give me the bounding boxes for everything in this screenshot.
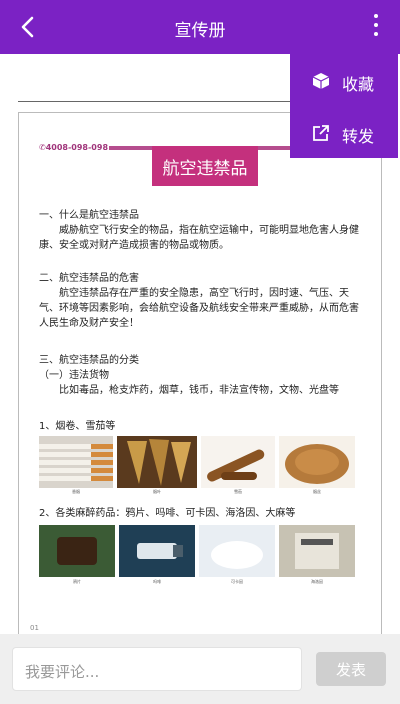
caption: 雪茄 bbox=[234, 489, 242, 494]
caption: 海洛因 bbox=[311, 579, 323, 584]
page-number: 01 bbox=[30, 624, 39, 632]
send-comment-button[interactable]: 发表 bbox=[316, 652, 386, 686]
tobacco-leaves-image bbox=[117, 436, 197, 488]
menu-item-favorite[interactable]: 收藏 bbox=[290, 54, 398, 106]
list-item-narcotics: 2、各类麻醉药品：鸦片、吗啡、可卡因、海洛因、大麻等 bbox=[39, 508, 296, 519]
section-3-title: 三、航空违禁品的分类 bbox=[39, 355, 139, 366]
opium-image bbox=[39, 525, 115, 577]
menu-item-label: 转发 bbox=[342, 127, 375, 146]
section-3-body: 比如毒品，枪支炸药，烟草，钱币，非法宣传物，文物、光盘等 bbox=[59, 385, 339, 396]
cut-tobacco-image bbox=[279, 436, 355, 488]
section-2-body: 航空违禁品存在严重的安全隐患，高空飞行时，因时速、气压、天气、环境等因素影响，会… bbox=[39, 288, 359, 329]
top-app-bar: 宣传册 bbox=[0, 0, 400, 54]
heroin-image bbox=[279, 525, 355, 577]
comment-input[interactable]: 我要评论... bbox=[12, 647, 302, 691]
caption: 可卡因 bbox=[231, 579, 243, 584]
caption: 吗啡 bbox=[153, 579, 161, 584]
morphine-image bbox=[119, 525, 195, 577]
cigar-image bbox=[201, 436, 275, 488]
comment-bar: 我要评论... 发表 bbox=[0, 634, 400, 704]
caption: 香烟 bbox=[72, 489, 80, 494]
cigarettes-image bbox=[39, 436, 113, 488]
section-2-title: 二、航空违禁品的危害 bbox=[39, 273, 139, 284]
section-1-body: 威胁航空飞行安全的物品，指在航空运输中，可能明显地危害人身健康、安全或对财产造成… bbox=[39, 225, 359, 251]
section-3-subtitle: （一）违法货物 bbox=[39, 370, 109, 381]
comment-placeholder: 我要评论... bbox=[25, 663, 100, 681]
list-item-tobacco: 1、烟卷、雪茄等 bbox=[39, 421, 116, 432]
caption: 鸦片 bbox=[73, 579, 81, 584]
cube-icon bbox=[312, 73, 330, 89]
page-title: 宣传册 bbox=[174, 21, 226, 41]
brochure-page: ✆4008-098-098 航空违禁品 一、什么是航空违禁品 威胁航空飞行安全的… bbox=[18, 112, 382, 642]
section-1-title: 一、什么是航空违禁品 bbox=[39, 210, 139, 221]
cocaine-image bbox=[199, 525, 275, 577]
brochure-banner: 航空违禁品 bbox=[152, 146, 258, 186]
hotline-number: ✆4008-098-098 bbox=[39, 143, 109, 152]
menu-item-label: 收藏 bbox=[342, 75, 375, 94]
caption: 烟丝 bbox=[313, 489, 321, 494]
options-dropdown: 收藏 转发 bbox=[290, 54, 398, 158]
more-options-icon[interactable] bbox=[372, 14, 380, 40]
share-icon bbox=[313, 125, 329, 141]
caption: 烟叶 bbox=[153, 489, 161, 494]
menu-item-share[interactable]: 转发 bbox=[290, 106, 398, 158]
